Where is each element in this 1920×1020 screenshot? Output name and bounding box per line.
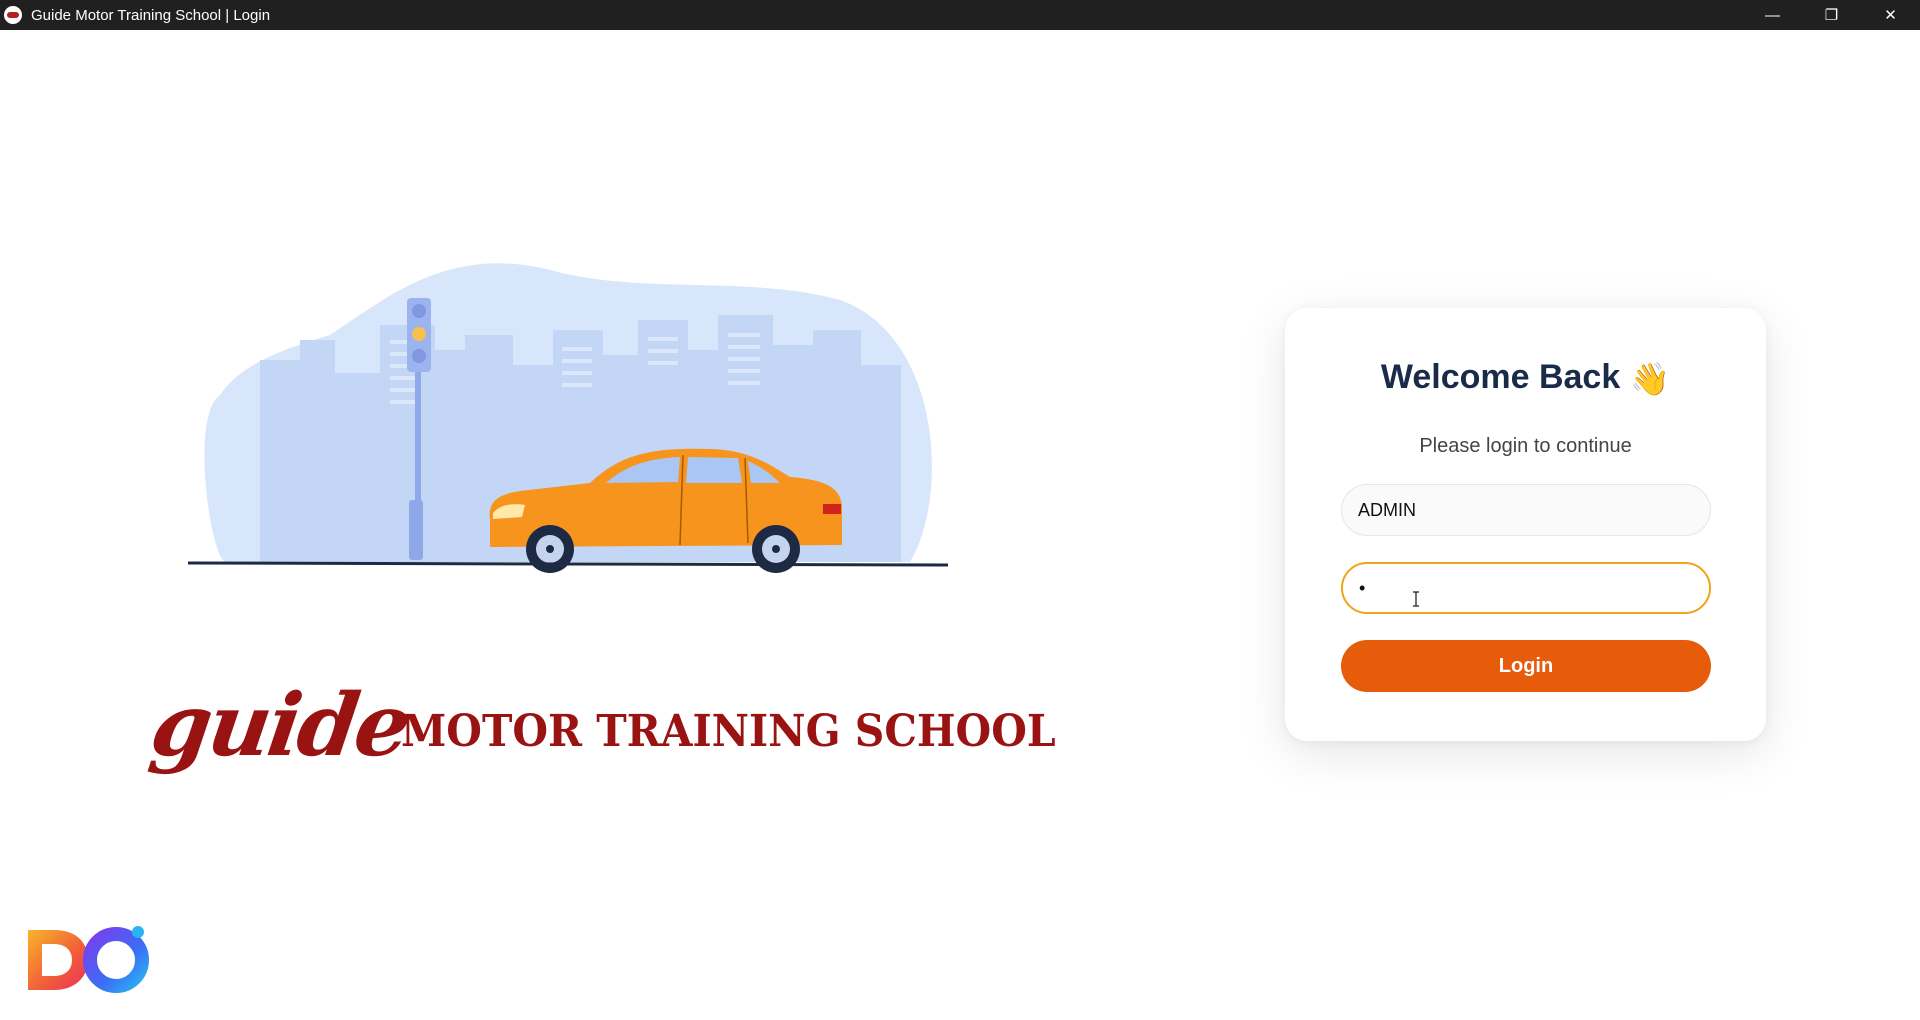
restore-button[interactable]: ❐ xyxy=(1802,0,1861,30)
window-title: Guide Motor Training School | Login xyxy=(31,6,271,24)
wave-hand-icon: 👋 xyxy=(1630,361,1671,397)
close-button[interactable]: ✕ xyxy=(1861,0,1920,30)
car-city-illustration xyxy=(187,263,949,573)
brand-logo-text: MOTOR TRAINING SCHOOL xyxy=(401,706,1056,757)
do-logo-icon xyxy=(28,926,149,993)
login-card: Welcome Back👋 Please login to continue L… xyxy=(1285,308,1766,741)
password-input[interactable] xyxy=(1341,562,1711,614)
app-logo-icon xyxy=(4,6,22,24)
login-heading-text: Welcome Back xyxy=(1380,358,1621,396)
text-cursor-icon xyxy=(1413,591,1419,607)
username-input[interactable] xyxy=(1341,484,1711,536)
minimize-button[interactable]: — xyxy=(1743,0,1802,30)
window-controls: — ❐ ✕ xyxy=(1743,0,1920,30)
login-heading: Welcome Back 👋 xyxy=(1285,358,1766,398)
window-titlebar: Guide Motor Training School | Login — ❐ … xyxy=(0,0,1920,30)
brand-logo: guide MOTOR TRAINING SCHOOL xyxy=(145,675,1056,776)
login-subtitle: Please login to continue xyxy=(1419,435,1632,457)
login-button[interactable]: Login xyxy=(1341,640,1711,692)
brand-logo-word: guide xyxy=(144,675,415,776)
road-line xyxy=(187,561,949,567)
